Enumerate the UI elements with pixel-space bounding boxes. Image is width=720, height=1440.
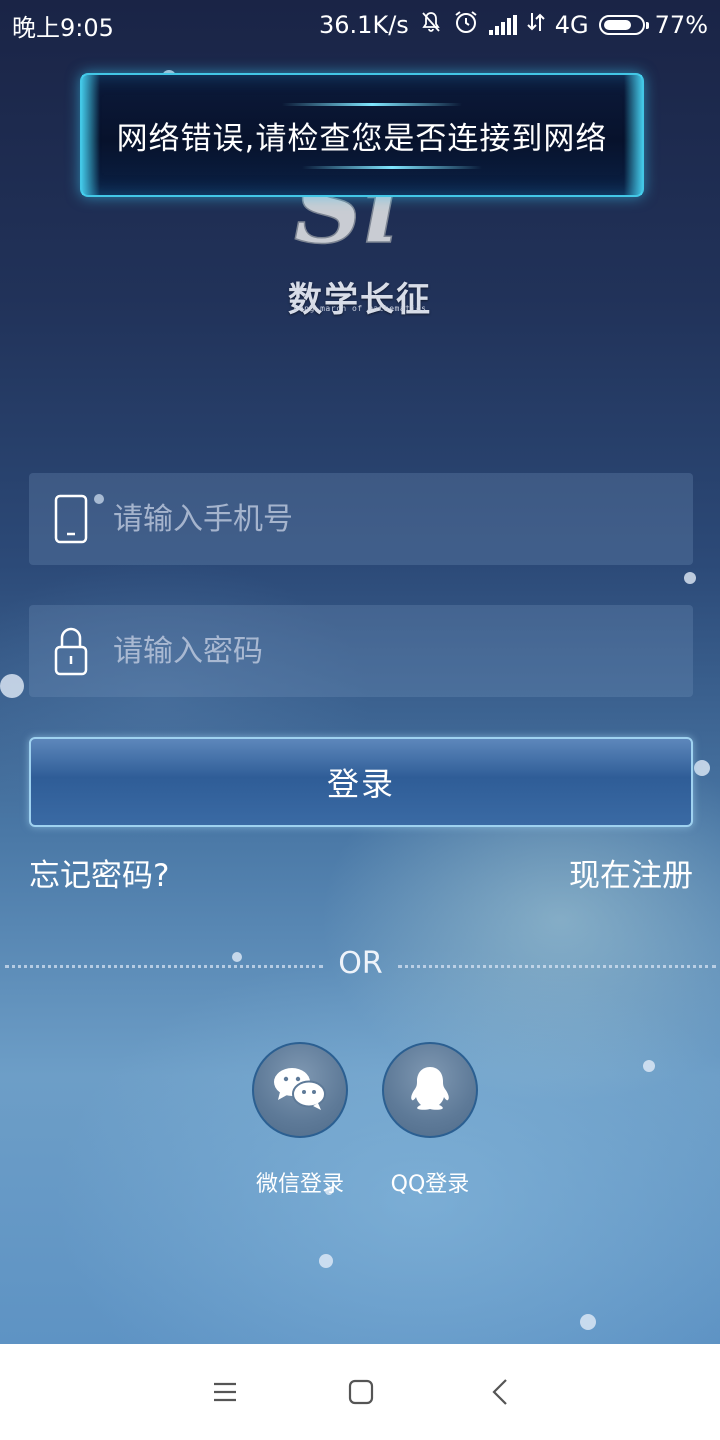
- data-transfer-icon: [527, 11, 545, 39]
- qq-login[interactable]: QQ登录: [380, 1042, 480, 1198]
- wechat-login-label[interactable]: 微信登录: [230, 1166, 370, 1198]
- error-toast: 网络错误,请检查您是否连接到网络: [80, 73, 644, 197]
- menu-icon[interactable]: [201, 1368, 249, 1416]
- phone-field[interactable]: [29, 473, 693, 565]
- forgot-password-link[interactable]: 忘记密码?: [29, 850, 169, 895]
- system-nav-bar: [0, 1344, 720, 1440]
- home-icon[interactable]: [337, 1368, 385, 1416]
- back-icon[interactable]: [476, 1368, 524, 1416]
- qq-login-label[interactable]: QQ登录: [360, 1166, 500, 1198]
- decor-dot: [684, 572, 696, 584]
- password-input[interactable]: [113, 633, 653, 669]
- signal-icon: [488, 15, 517, 35]
- logo-subtitle: Long march of mathematics: [293, 304, 427, 313]
- decor-dot: [580, 1314, 596, 1330]
- or-divider: OR: [0, 940, 720, 990]
- status-indicators: 36.1K/s 4G 77%: [319, 9, 708, 41]
- alarm-icon: [453, 9, 479, 41]
- qq-penguin-icon: [405, 1063, 455, 1117]
- toast-message: 网络错误,请检查您是否连接到网络: [116, 120, 608, 157]
- login-button[interactable]: 登录: [29, 737, 693, 827]
- status-bar: 晚上9:05 36.1K/s 4G 77%: [0, 0, 720, 50]
- register-link[interactable]: 现在注册: [569, 850, 693, 895]
- decor-dot: [0, 674, 24, 698]
- login-screen: 晚上9:05 36.1K/s 4G 77% Si 数学长征 Long march…: [0, 0, 720, 1344]
- silent-bell-icon: [419, 10, 443, 40]
- qq-login-button[interactable]: [382, 1042, 478, 1138]
- network-type: 4G: [554, 11, 589, 39]
- battery-percent: 77%: [654, 11, 708, 39]
- wechat-login-button[interactable]: [252, 1042, 348, 1138]
- decor-dot: [694, 760, 710, 776]
- decor-dot: [319, 1254, 333, 1268]
- status-time: 晚上9:05: [12, 13, 114, 42]
- network-speed: 36.1K/s: [319, 11, 409, 39]
- logo-title: 数学长征: [288, 280, 432, 320]
- phone-icon: [29, 473, 113, 565]
- divider-line-right: [398, 965, 716, 968]
- wechat-icon: [272, 1065, 328, 1115]
- battery-icon: [598, 15, 649, 35]
- divider-line-left: [5, 965, 323, 968]
- decor-dot: [643, 1060, 655, 1072]
- phone-input[interactable]: [113, 501, 653, 537]
- lock-icon: [29, 605, 113, 697]
- or-text: OR: [338, 946, 383, 981]
- password-field[interactable]: [29, 605, 693, 697]
- wechat-login[interactable]: 微信登录: [250, 1042, 350, 1198]
